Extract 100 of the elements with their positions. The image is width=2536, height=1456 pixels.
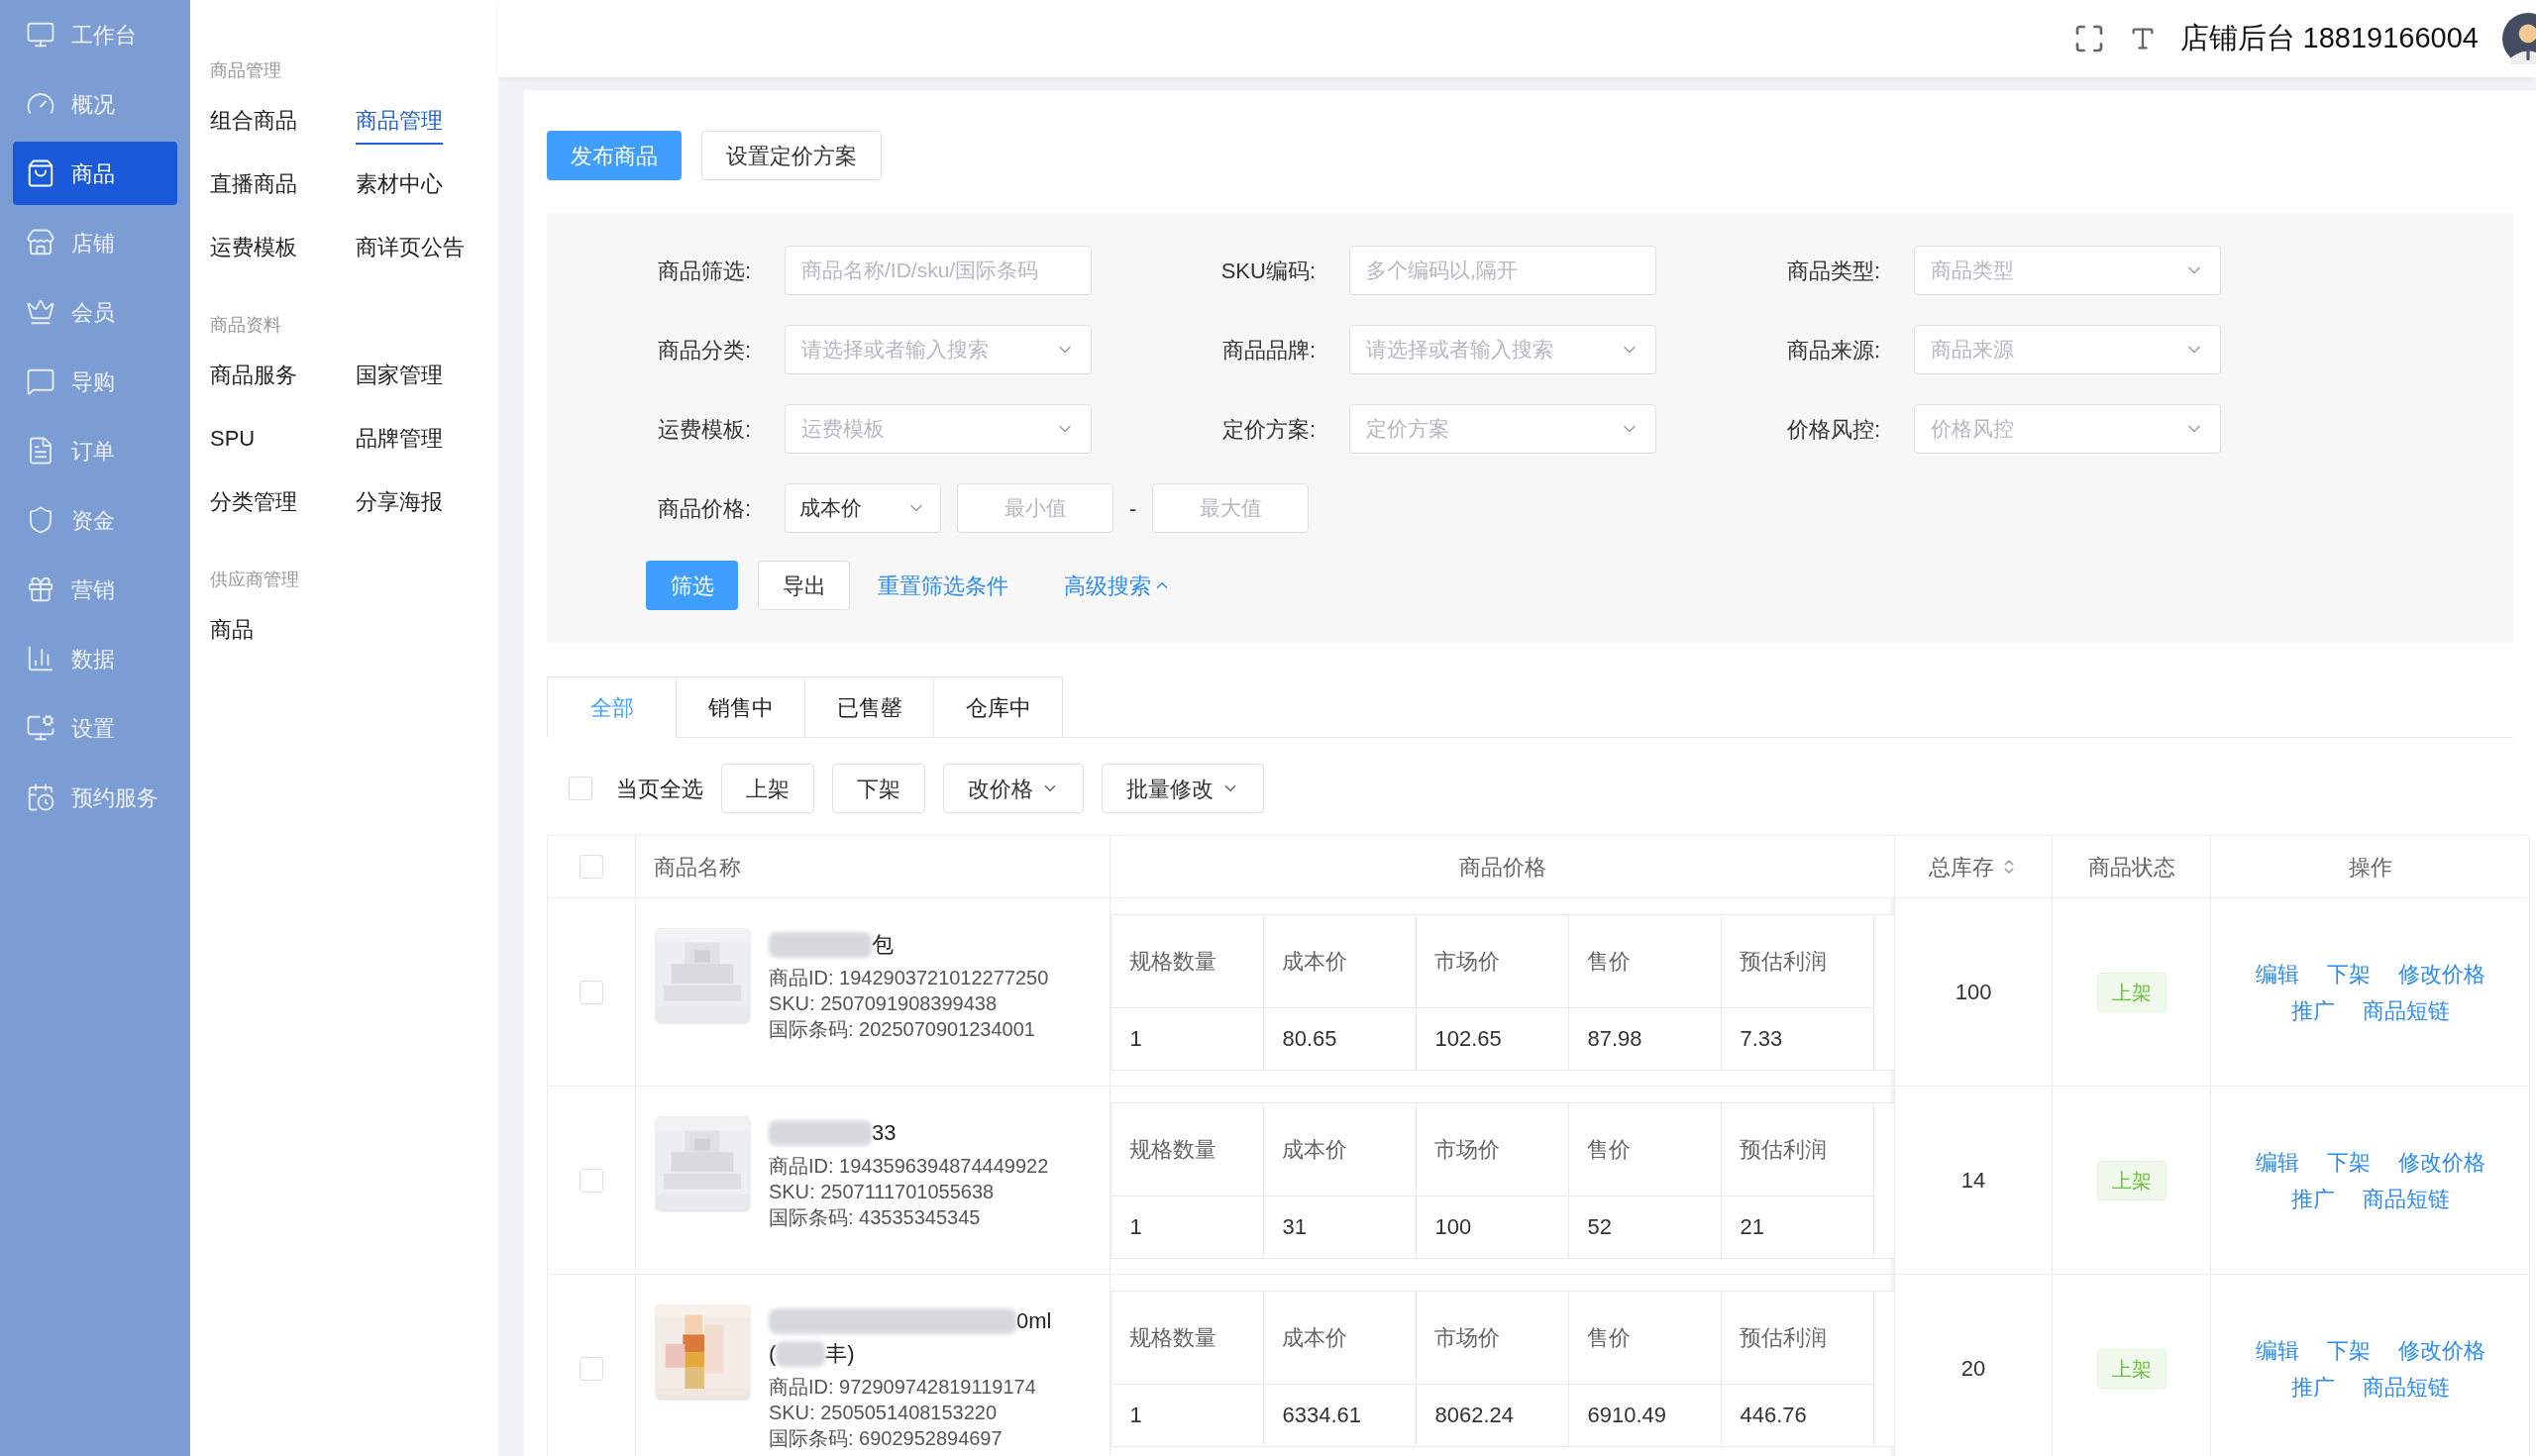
- max-field[interactable]: 最大值: [1152, 483, 1310, 533]
- action-link[interactable]: 推广: [2290, 1182, 2335, 1215]
- select-field[interactable]: 请选择或者输入搜索: [785, 325, 1092, 374]
- price-column-header: 规格数量: [1129, 947, 1217, 976]
- sub-nav-link[interactable]: 国家管理: [356, 359, 443, 399]
- price-column-header: 成本价: [1282, 947, 1348, 976]
- select-field[interactable]: 定价方案: [1349, 404, 1656, 454]
- sub-nav-link[interactable]: 商品服务: [210, 359, 297, 399]
- select-field[interactable]: 运费模板: [785, 404, 1092, 454]
- range-separator: -: [1129, 494, 1137, 523]
- action-link[interactable]: 下架: [2326, 1333, 2371, 1367]
- sub-nav-link[interactable]: 商品: [210, 613, 254, 654]
- price-column-header: 售价: [1587, 1323, 1632, 1352]
- action-link[interactable]: 商品短链: [2362, 1182, 2450, 1215]
- sidebar-item[interactable]: 订单: [13, 419, 177, 482]
- group-title: 商品管理: [210, 59, 282, 82]
- action-link[interactable]: 编辑: [2255, 1145, 2299, 1179]
- pricing-plan-button[interactable]: 设置定价方案: [701, 131, 882, 180]
- sidebar-item[interactable]: 会员: [13, 280, 177, 344]
- sidebar-item[interactable]: 店铺: [13, 211, 177, 274]
- min-field[interactable]: 最小值: [957, 483, 1113, 533]
- filter-label: 定价方案:: [1220, 415, 1316, 444]
- select-field[interactable]: 请选择或者输入搜索: [1349, 325, 1656, 374]
- action-link[interactable]: 商品短链: [2362, 993, 2450, 1027]
- bulk-button[interactable]: 批量修改: [1102, 764, 1264, 813]
- sidebar-item[interactable]: 导购: [13, 350, 177, 413]
- blurred-text: [776, 1340, 826, 1367]
- price-column-header: 预估利润: [1740, 1135, 1828, 1164]
- checkbox[interactable]: [579, 855, 603, 879]
- price-column-header: 规格数量: [1129, 1135, 1217, 1164]
- sidebar-item[interactable]: 设置: [13, 696, 177, 760]
- group-title: 供应商管理: [210, 569, 300, 591]
- status-tag: 上架: [2096, 1160, 2166, 1200]
- sidebar-item[interactable]: 工作台: [13, 3, 177, 66]
- sidebar-item[interactable]: 概况: [13, 72, 177, 136]
- price-value: 7.33: [1740, 1025, 1783, 1053]
- sub-nav-link[interactable]: 分享海报: [356, 485, 443, 526]
- reset-link[interactable]: 重置筛选条件: [870, 561, 1016, 610]
- bar-chart-icon: [26, 644, 55, 674]
- filter-label: SKU编码:: [1219, 257, 1316, 285]
- action-link[interactable]: 下架: [2326, 1145, 2371, 1179]
- sub-nav-link[interactable]: 商详页公告: [356, 231, 465, 271]
- select-field[interactable]: 成本价: [785, 483, 941, 533]
- checkbox[interactable]: [569, 777, 592, 800]
- action-link[interactable]: 编辑: [2255, 957, 2299, 990]
- publish-button[interactable]: 发布商品: [547, 131, 682, 180]
- sidebar-item[interactable]: 数据: [13, 627, 177, 690]
- select-field[interactable]: 价格风控: [1914, 404, 2221, 454]
- product-name: 丰): [825, 1340, 855, 1368]
- action-link[interactable]: 修改价格: [2397, 1333, 2485, 1367]
- tab[interactable]: 仓库中: [933, 676, 1063, 738]
- bulk-button[interactable]: 上架: [721, 764, 814, 813]
- action-link[interactable]: 编辑: [2255, 1333, 2299, 1367]
- search-field[interactable]: 多个编码以,隔开: [1349, 246, 1656, 295]
- status-tag: 上架: [2096, 972, 2166, 1012]
- sub-nav-link[interactable]: SPU: [210, 422, 256, 463]
- crown-icon: [26, 297, 55, 327]
- export-button[interactable]: 导出: [758, 561, 850, 610]
- action-link[interactable]: 下架: [2326, 957, 2371, 990]
- sub-nav-link[interactable]: 素材中心: [356, 167, 443, 208]
- sidebar-item[interactable]: 商品: [13, 142, 177, 205]
- price-value: 1: [1129, 1025, 1142, 1053]
- sidebar-item[interactable]: 营销: [13, 558, 177, 621]
- price-column-header: 成本价: [1282, 1323, 1348, 1352]
- filter-button[interactable]: 筛选: [646, 561, 738, 610]
- select-field[interactable]: 商品类型: [1914, 246, 2221, 295]
- checkbox[interactable]: [579, 1356, 603, 1381]
- price-column-header: 售价: [1587, 1135, 1632, 1164]
- select-field[interactable]: 商品来源: [1914, 325, 2221, 374]
- checkbox[interactable]: [579, 1168, 603, 1193]
- action-link[interactable]: 推广: [2290, 993, 2335, 1027]
- bulk-button[interactable]: 下架: [832, 764, 925, 813]
- price-value: 1: [1129, 1402, 1142, 1429]
- price-value: 6910.49: [1587, 1402, 1666, 1429]
- sub-nav-link[interactable]: 直播商品: [210, 167, 297, 208]
- price-value: 52: [1587, 1213, 1612, 1241]
- product-sku: SKU: 2507091908399438: [768, 991, 999, 1016]
- filter-label: 商品价格:: [656, 494, 751, 523]
- sidebar-item[interactable]: 资金: [13, 488, 177, 552]
- sub-nav-link[interactable]: 运费模板: [210, 231, 297, 271]
- search-field[interactable]: 商品名称/ID/sku/国际条码: [785, 246, 1092, 295]
- price-value: 100: [1434, 1213, 1472, 1241]
- action-link[interactable]: 推广: [2290, 1370, 2335, 1404]
- action-link[interactable]: 商品短链: [2362, 1370, 2450, 1404]
- checkbox[interactable]: [579, 980, 603, 1004]
- bulk-button[interactable]: 改价格: [943, 764, 1084, 813]
- action-link[interactable]: 修改价格: [2397, 957, 2485, 990]
- price-value: 87.98: [1587, 1025, 1642, 1053]
- sub-nav-link[interactable]: 组合商品: [210, 104, 297, 145]
- sub-nav-link[interactable]: 品牌管理: [356, 422, 443, 463]
- price-column-header: 预估利润: [1740, 947, 1828, 976]
- price-value: 446.76: [1740, 1402, 1807, 1429]
- tab[interactable]: 全部: [547, 676, 677, 738]
- advanced-search-toggle[interactable]: 高级搜索: [1056, 561, 1179, 610]
- product-id: 商品ID: 972909742819119174: [768, 1375, 1037, 1400]
- sub-nav-link[interactable]: 分类管理: [210, 485, 297, 526]
- sidebar-item[interactable]: 预约服务: [13, 766, 177, 829]
- tab[interactable]: 销售中: [676, 676, 805, 738]
- action-link[interactable]: 修改价格: [2397, 1145, 2485, 1179]
- sub-nav-link[interactable]: 商品管理: [356, 104, 443, 145]
